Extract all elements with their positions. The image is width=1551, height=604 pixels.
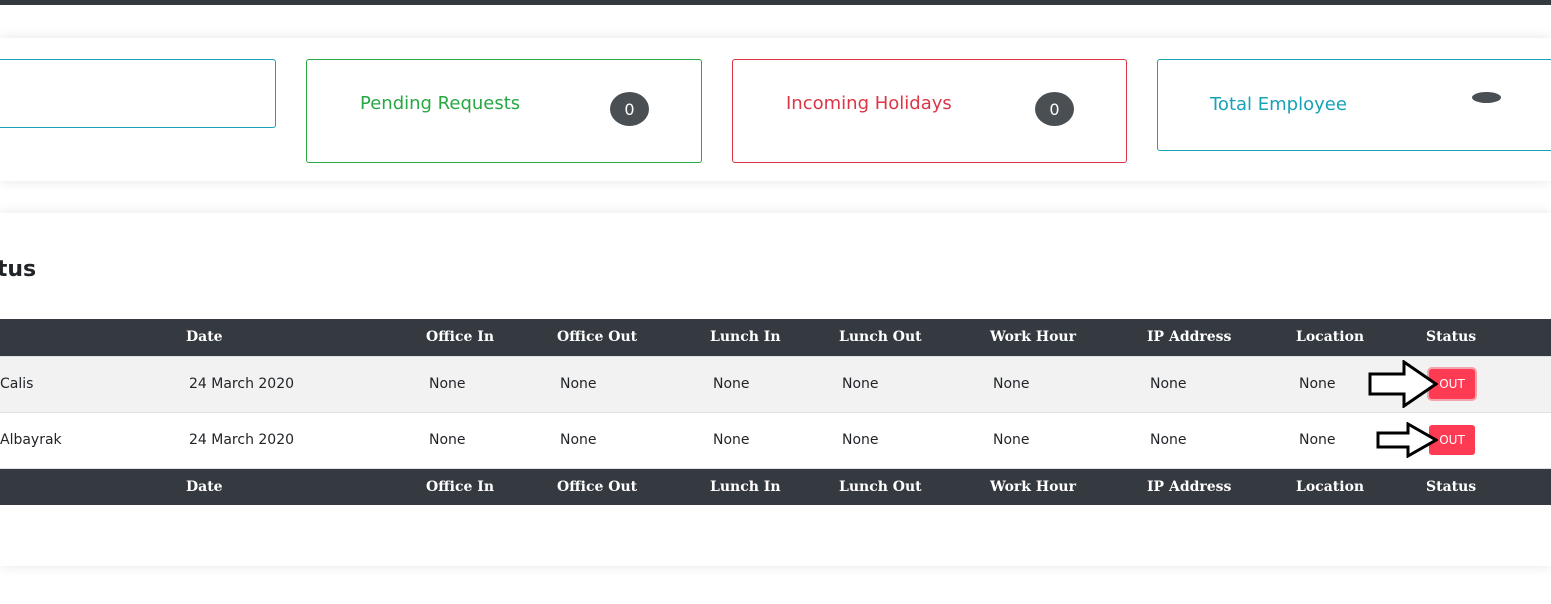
pending-requests-count-badge: 0 bbox=[610, 92, 649, 126]
column-header-ip-address: IP Address bbox=[1147, 319, 1296, 356]
column-footer-office-in: Office In bbox=[426, 467, 557, 505]
column-footer-name bbox=[0, 467, 186, 505]
attendance-table: Date Office In Office Out Lunch In Lunch… bbox=[0, 319, 1551, 505]
office-out-cell: None bbox=[560, 432, 597, 448]
column-footer-lunch-in: Lunch In bbox=[710, 467, 839, 505]
column-header-office-out: Office Out bbox=[557, 319, 710, 356]
office-in-cell: None bbox=[429, 432, 466, 448]
column-header-date: Date bbox=[186, 319, 426, 356]
stat-card-partial bbox=[0, 59, 276, 128]
column-footer-ip-address: IP Address bbox=[1147, 467, 1296, 505]
lunch-out-cell: None bbox=[842, 432, 879, 448]
location-cell: None bbox=[1299, 376, 1336, 392]
column-header-office-in: Office In bbox=[426, 319, 557, 356]
table-row: Calis 24 March 2020 None None None None … bbox=[0, 355, 1551, 412]
lunch-in-cell: None bbox=[713, 376, 750, 392]
employee-name: Albayrak bbox=[0, 432, 62, 448]
column-footer-status: Status bbox=[1426, 467, 1551, 505]
incoming-holidays-label: Incoming Holidays bbox=[786, 93, 952, 114]
total-employee-card[interactable]: Total Employee bbox=[1157, 59, 1551, 151]
work-hour-cell: None bbox=[993, 376, 1030, 392]
column-footer-work-hour: Work Hour bbox=[990, 467, 1147, 505]
arrow-right-outline-icon bbox=[1368, 360, 1438, 408]
total-employee-label: Total Employee bbox=[1210, 94, 1347, 115]
section-title: atus bbox=[0, 257, 37, 282]
lunch-in-cell: None bbox=[713, 432, 750, 448]
pending-requests-card[interactable]: Pending Requests 0 bbox=[306, 59, 702, 163]
column-footer-lunch-out: Lunch Out bbox=[839, 467, 990, 505]
column-footer-date: Date bbox=[186, 467, 426, 505]
lunch-out-cell: None bbox=[842, 376, 879, 392]
table-header-row: Date Office In Office Out Lunch In Lunch… bbox=[0, 319, 1551, 356]
attendance-status-panel: atus Date Office In Office Out Lunch In … bbox=[0, 213, 1551, 566]
office-in-cell: None bbox=[429, 376, 466, 392]
office-out-cell: None bbox=[560, 376, 597, 392]
location-cell: None bbox=[1299, 432, 1336, 448]
table-row: Albayrak 24 March 2020 None None None No… bbox=[0, 411, 1551, 468]
column-header-work-hour: Work Hour bbox=[990, 319, 1147, 356]
date-cell: 24 March 2020 bbox=[189, 432, 295, 448]
pending-requests-label: Pending Requests bbox=[360, 93, 521, 114]
total-employee-count-badge bbox=[1472, 92, 1501, 103]
table-footer-row: Date Office In Office Out Lunch In Lunch… bbox=[0, 467, 1551, 505]
arrow-right-outline-icon bbox=[1376, 422, 1438, 458]
date-cell: 24 March 2020 bbox=[189, 376, 295, 392]
column-footer-office-out: Office Out bbox=[557, 467, 710, 505]
column-footer-location: Location bbox=[1296, 467, 1426, 505]
ip-address-cell: None bbox=[1150, 432, 1187, 448]
work-hour-cell: None bbox=[993, 432, 1030, 448]
column-header-lunch-in: Lunch In bbox=[710, 319, 839, 356]
incoming-holidays-card[interactable]: Incoming Holidays 0 bbox=[732, 59, 1127, 163]
column-header-status: Status bbox=[1426, 319, 1551, 356]
employee-name: Calis bbox=[0, 376, 34, 392]
top-bar bbox=[0, 0, 1551, 5]
column-header-location: Location bbox=[1296, 319, 1426, 356]
incoming-holidays-count-badge: 0 bbox=[1035, 92, 1074, 126]
stats-panel: Pending Requests 0 Incoming Holidays 0 T… bbox=[0, 38, 1551, 181]
ip-address-cell: None bbox=[1150, 376, 1187, 392]
column-header-lunch-out: Lunch Out bbox=[839, 319, 990, 356]
column-header-name bbox=[0, 319, 186, 356]
